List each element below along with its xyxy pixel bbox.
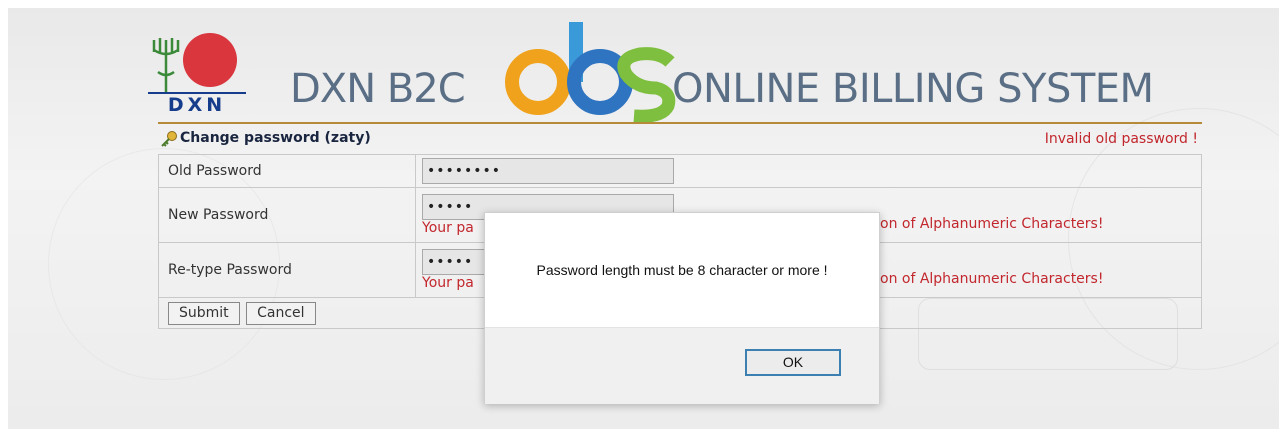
retype-password-label: Re-type Password xyxy=(158,242,416,298)
key-icon xyxy=(161,131,177,147)
submit-button[interactable]: Submit xyxy=(168,301,240,325)
new-password-label: New Password xyxy=(158,187,416,243)
alert-message: Password length must be 8 character or m… xyxy=(536,262,828,278)
panel-error-message: Invalid old password ! xyxy=(1044,131,1198,147)
old-password-cell: •••••••• xyxy=(415,154,1202,188)
retype-password-warning-right: on of Alphanumeric Characters! xyxy=(880,271,1104,287)
panel-title: Change password (zaty) xyxy=(180,130,371,146)
brand-title-right: ONLINE BILLING SYSTEM xyxy=(672,66,1154,112)
old-password-label: Old Password xyxy=(158,154,416,188)
form-row-old-password: Old Password •••••••• xyxy=(158,154,1202,188)
retype-password-warning-left: Your pa xyxy=(422,275,474,291)
panel-header: Change password (zaty) Invalid old passw… xyxy=(158,122,1202,154)
new-password-warning-right: on of Alphanumeric Characters! xyxy=(880,216,1104,232)
alert-dialog: Password length must be 8 character or m… xyxy=(484,212,880,404)
cancel-button[interactable]: Cancel xyxy=(246,301,316,325)
new-password-warning-left: Your pa xyxy=(422,220,474,236)
alert-footer: OK xyxy=(485,327,879,404)
dxn-logo-text: DXN xyxy=(148,92,246,116)
old-password-input[interactable]: •••••••• xyxy=(422,158,674,184)
ok-button[interactable]: OK xyxy=(745,349,841,376)
obs-logo-text: obs xyxy=(500,12,502,13)
obs-logo: obs xyxy=(500,12,676,123)
brand-title-left: DXN B2C xyxy=(290,66,466,112)
